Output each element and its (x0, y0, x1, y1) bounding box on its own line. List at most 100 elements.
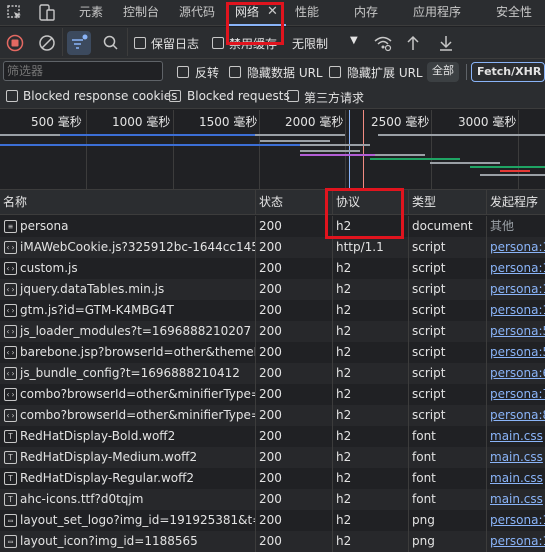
cell-name: persona (20, 219, 69, 233)
clear-icon[interactable] (37, 33, 57, 53)
cell-initiator[interactable]: persona:12 (486, 237, 545, 258)
tick-label: 500 毫秒 (31, 115, 82, 129)
cell-initiator[interactable]: persona:12 (486, 300, 545, 321)
overview-bar (0, 134, 60, 136)
cell-type: script (408, 300, 486, 321)
cell-name: gtm.js?id=GTM-K4MBG4T (20, 303, 174, 317)
timeline-overview[interactable]: 500 毫秒 1000 毫秒 1500 毫秒 2000 毫秒 2500 毫秒 3… (0, 110, 545, 190)
cell-name: RedHatDisplay-Medium.woff2 (20, 450, 198, 464)
third-party-checkbox[interactable] (287, 90, 299, 102)
filter-icon[interactable] (67, 31, 91, 55)
request-row[interactable]: ‹› barebone.jsp?browserId=other&themeId..… (0, 342, 545, 363)
cell-protocol: h2 (332, 363, 408, 384)
request-row[interactable]: ‹› iMAWebCookie.js?325912bc-1644cc145a...… (0, 237, 545, 258)
request-row[interactable]: ‹› gtm.js?id=GTM-K4MBG4T 200 h2 script person… (0, 300, 545, 321)
tab-console[interactable]: 控制台 (123, 0, 159, 26)
hide-extension-url-checkbox[interactable] (329, 66, 341, 78)
network-conditions-icon[interactable] (373, 33, 393, 53)
request-row[interactable]: ▭layout_set_logo?img_id=191925381&t=1...… (0, 510, 545, 531)
request-row[interactable]: T RedHatDisplay-Medium.woff2 200 h2 font main… (0, 447, 545, 468)
request-row[interactable]: ▭ layout_icon?img_id=1188565 200 h2 png perso… (0, 531, 545, 552)
disable-cache-checkbox[interactable] (212, 37, 224, 49)
record-stop-icon[interactable] (5, 33, 25, 53)
tick-label: 1000 毫秒 (112, 115, 171, 129)
overview-bar (300, 150, 360, 152)
cell-initiator[interactable]: persona:11 (486, 531, 545, 552)
tab-sources[interactable]: 源代码 (179, 0, 215, 26)
chevron-down-icon[interactable]: ▼ (350, 35, 358, 46)
cell-type: font (408, 468, 486, 489)
request-row[interactable]: ‹›custom.js200h2scriptpersona:13 (0, 258, 545, 279)
request-row[interactable]: ‹› combo?browserId=other&minifierType=j..… (0, 405, 545, 426)
third-party-label: 第三方请求 (304, 91, 365, 105)
column-header-name[interactable]: 名称 (0, 190, 255, 215)
overview-bar (300, 144, 370, 146)
import-har-icon[interactable] (403, 33, 423, 53)
overview-bar (255, 134, 345, 136)
inspect-element-icon[interactable] (5, 3, 25, 23)
request-row[interactable]: ‹› js_loader_modules?t=1696888210207 200 h2… (0, 321, 545, 342)
overview-bar (300, 154, 380, 156)
cell-initiator[interactable]: main.css (486, 447, 545, 468)
cell-initiator[interactable]: persona:83 (486, 405, 545, 426)
tab-security[interactable]: 安全性 (496, 0, 532, 26)
filter-all-button[interactable]: 全部 (427, 62, 459, 82)
cell-initiator[interactable]: persona:59 (486, 321, 545, 342)
request-row[interactable]: T RedHatDisplay-Bold.woff2 200 h2 font main.c… (0, 426, 545, 447)
cell-protocol: h2 (332, 384, 408, 405)
column-header-initiator[interactable]: 发起程序 (486, 190, 545, 215)
cell-initiator[interactable]: persona:11 (486, 510, 545, 531)
cell-initiator[interactable]: persona:13 (486, 279, 545, 300)
tab-application[interactable]: 应用程序 (413, 0, 461, 26)
grid-line (431, 110, 432, 190)
grid-line (518, 110, 519, 190)
filter-input[interactable] (3, 61, 163, 81)
cell-type: script (408, 363, 486, 384)
request-row[interactable]: ‹› js_bundle_config?t=1696888210412 200 h2 s… (0, 363, 545, 384)
cell-initiator[interactable]: persona:61 (486, 363, 545, 384)
request-table-header: 名称 状态 协议 类型 发起程序 (0, 190, 545, 215)
overview-bar (430, 162, 500, 164)
highlight-box-protocol-column (325, 188, 404, 239)
blocked-cookies-checkbox[interactable] (6, 90, 18, 102)
request-row[interactable]: ‹› combo?browserId=other&minifierType=...… (0, 384, 545, 405)
throttle-select[interactable]: 无限制 (292, 35, 328, 52)
toolbar-divider (127, 28, 128, 56)
column-header-status[interactable]: 状态 (255, 190, 332, 215)
request-row[interactable]: T RedHatDisplay-Regular.woff2 200 h2 font mai… (0, 468, 545, 489)
cell-initiator[interactable]: persona:59 (486, 342, 545, 363)
cell-initiator[interactable]: persona:13 (486, 258, 545, 279)
overview-bar (500, 170, 530, 172)
cell-name: RedHatDisplay-Bold.woff2 (20, 429, 176, 443)
cell-type: script (408, 342, 486, 363)
preserve-log-checkbox[interactable] (134, 37, 146, 49)
request-row[interactable]: ≡ persona 200 h2 document 其他 (0, 216, 545, 237)
cell-status: 200 (255, 531, 332, 552)
overview-bar (375, 154, 425, 156)
column-header-type[interactable]: 类型 (408, 190, 486, 215)
cell-initiator[interactable]: persona:71 (486, 384, 545, 405)
search-icon[interactable] (101, 33, 121, 53)
tab-memory[interactable]: 内存 (354, 0, 378, 26)
cell-initiator[interactable]: main.css (486, 426, 545, 447)
cell-name: layout_icon?img_id=1188565 (20, 534, 198, 548)
cell-status: 200 (255, 426, 332, 447)
cell-protocol: h2 (332, 468, 408, 489)
hide-data-url-checkbox[interactable] (229, 66, 241, 78)
blocked-requests-label: Blocked requests (187, 89, 290, 103)
tab-elements[interactable]: 元素 (79, 0, 103, 26)
filter-fetch-xhr-button[interactable]: Fetch/XHR (471, 62, 545, 82)
invert-checkbox[interactable] (177, 66, 189, 78)
cell-status: 200 (255, 384, 332, 405)
cell-initiator[interactable]: main.css (486, 489, 545, 510)
grid-line (86, 110, 87, 190)
cell-initiator[interactable]: main.css (486, 468, 545, 489)
toolbar-divider (62, 28, 63, 56)
export-har-icon[interactable] (436, 33, 456, 53)
request-row[interactable]: ‹› jquery.dataTables.min.js 200 h2 script per… (0, 279, 545, 300)
device-toolbar-icon[interactable] (37, 3, 57, 23)
tab-performance[interactable]: 性能 (295, 0, 319, 26)
cell-name: RedHatDisplay-Regular.woff2 (20, 471, 195, 485)
blocked-requests-checkbox[interactable] (169, 90, 181, 102)
request-row[interactable]: Tahc-icons.ttf?d0tqjm 200 h2 font main.css (0, 489, 545, 510)
